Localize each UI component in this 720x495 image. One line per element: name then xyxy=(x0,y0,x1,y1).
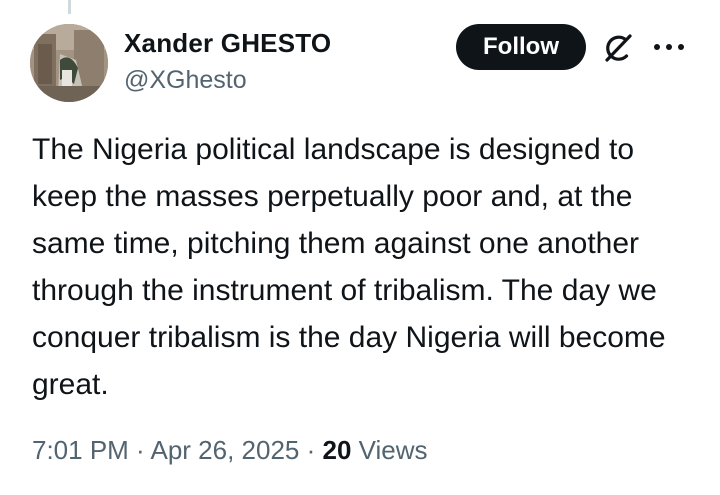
grok-slash-circle-icon xyxy=(605,34,632,62)
author-display-name[interactable]: Xander GHESTO xyxy=(124,28,331,59)
tweet-card: Xander GHESTO @XGhesto Follow The Nigeri… xyxy=(0,0,720,495)
tweet-date[interactable]: Apr 26, 2025 xyxy=(151,435,300,465)
grok-icon[interactable] xyxy=(601,31,635,65)
views-count[interactable]: 20 xyxy=(323,435,352,465)
tweet-time[interactable]: 7:01 PM xyxy=(32,435,129,465)
follow-button[interactable]: Follow xyxy=(456,24,586,70)
meta-separator: · xyxy=(299,435,323,465)
more-options-icon[interactable] xyxy=(652,36,686,58)
avatar-photo xyxy=(30,24,108,102)
tweet-text: The Nigeria political landscape is desig… xyxy=(32,133,666,401)
avatar[interactable] xyxy=(30,24,108,102)
tweet-metadata: 7:01 PM · Apr 26, 2025 · 20 Views xyxy=(32,435,428,466)
meta-separator: · xyxy=(128,435,151,465)
views-label: Views xyxy=(351,435,428,465)
author-handle[interactable]: @XGhesto xyxy=(124,66,247,95)
thread-connector-line xyxy=(68,0,71,14)
